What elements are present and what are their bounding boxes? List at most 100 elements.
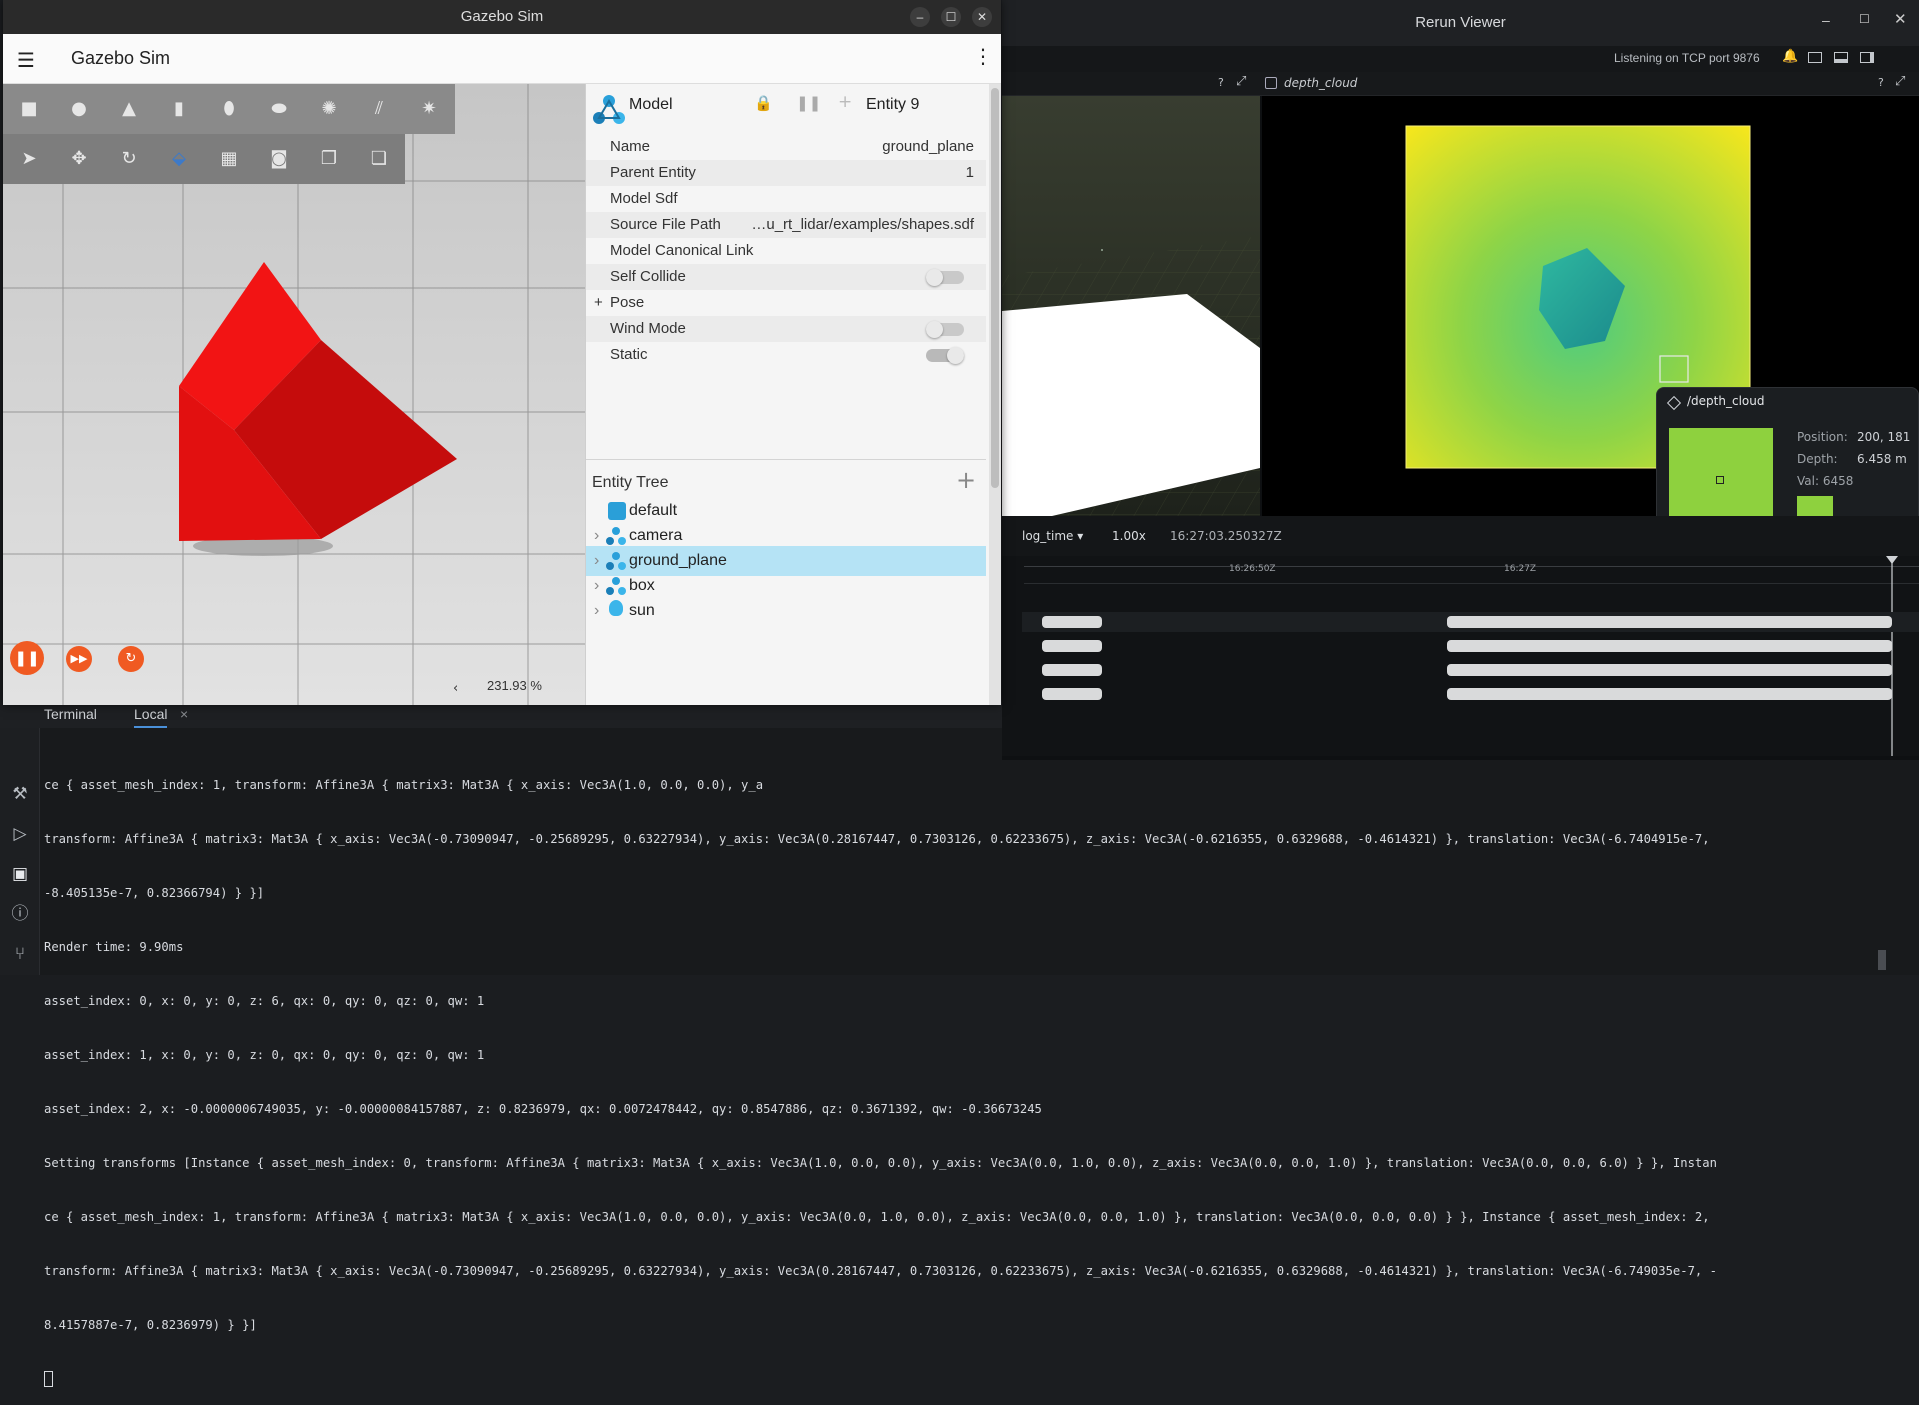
entity-tree-title: Entity Tree <box>592 474 669 491</box>
maximize-icon[interactable]: ☐ <box>941 7 961 27</box>
help-icon[interactable]: ? <box>1218 76 1224 89</box>
app-title: Gazebo Sim <box>71 48 171 68</box>
maximize-view-icon[interactable]: ⤢ <box>1236 74 1246 89</box>
terminal-line: transform: Affine3A { matrix3: Mat3A { x… <box>44 832 1710 846</box>
maximize-view-icon-2[interactable]: ⤢ <box>1895 74 1905 89</box>
row-key: Model Sdf <box>610 190 678 207</box>
problems-icon[interactable]: ⓘ <box>10 904 30 924</box>
left-panel-toggle-icon[interactable] <box>1808 52 1822 63</box>
row-key: Model Canonical Link <box>610 242 754 259</box>
tools-icon[interactable]: ⚒ <box>10 784 30 804</box>
entity-id: Entity 9 <box>866 96 920 113</box>
add-icon[interactable]: + <box>838 92 852 112</box>
close-tab-icon[interactable]: × <box>180 706 188 722</box>
terminal-line: Setting transforms [Instance { asset_mes… <box>44 1156 1717 1170</box>
bottom-panel-toggle-icon[interactable] <box>1834 52 1848 63</box>
model-icon <box>592 92 626 126</box>
row-wind-mode: Wind Mode <box>586 316 986 342</box>
terminal-icon[interactable]: ▣ <box>10 864 30 884</box>
row-model-sdf: Model Sdf <box>586 186 986 212</box>
close-icon[interactable]: ✕ <box>1894 10 1907 28</box>
tab-terminal[interactable]: Terminal <box>44 706 97 722</box>
pause-updates-icon[interactable]: ❚❚ <box>796 94 821 112</box>
terminal-line: -8.405135e-7, 0.82366794) } }] <box>44 886 265 900</box>
ellipsoid-shape-icon[interactable]: ⬬ <box>262 92 296 126</box>
git-icon[interactable]: ⑂ <box>10 944 30 964</box>
right-panel-toggle-icon[interactable] <box>1860 52 1874 63</box>
close-icon[interactable]: ✕ <box>972 7 992 27</box>
terminal-line: asset_index: 2, x: -0.0000006749035, y: … <box>44 1102 1042 1116</box>
rotate-icon[interactable]: ↻ <box>112 142 146 176</box>
row-value: 1 <box>965 164 974 181</box>
chevron-down-icon: ▾ <box>1077 529 1084 543</box>
cylinder-shape-icon[interactable]: ▮ <box>162 92 196 126</box>
static-toggle[interactable] <box>926 347 964 364</box>
copy-icon[interactable]: ❐ <box>312 142 346 176</box>
grid-snap-icon[interactable]: ▦ <box>212 142 246 176</box>
depth-value: 6.458 m <box>1857 452 1907 466</box>
point-light-icon[interactable]: ✺ <box>312 92 346 126</box>
terminal-line: transform: Affine3A { matrix3: Mat3A { x… <box>44 1264 1717 1278</box>
row-key: Pose <box>610 294 645 311</box>
help-icon-2[interactable]: ? <box>1878 76 1884 89</box>
current-time[interactable]: 16:27:03.250327Z <box>1170 529 1282 543</box>
row-key: Static <box>610 346 648 363</box>
add-entity-icon[interactable]: + <box>956 466 976 494</box>
lock-icon[interactable]: 🔒 <box>754 94 773 112</box>
playback-speed[interactable]: 1.00x <box>1112 529 1146 543</box>
gazebo-appbar: ☰ Gazebo Sim ⋮ <box>3 34 1001 84</box>
terminal-output[interactable]: ce { asset_mesh_index: 1, transform: Aff… <box>44 740 1874 1405</box>
terminal-scrollbar[interactable] <box>1878 950 1886 970</box>
component-header: Model <box>629 96 673 113</box>
collapse-arrow-icon[interactable]: ‹ <box>453 681 458 696</box>
translate-icon[interactable]: ✥ <box>62 142 96 176</box>
val-label: Val: 6458 <box>1797 474 1854 488</box>
capsule-shape-icon[interactable]: ⬮ <box>212 92 246 126</box>
sphere-shape-icon[interactable]: ● <box>62 92 96 126</box>
pause-button[interactable]: ❚❚ <box>10 641 44 675</box>
wind-mode-toggle[interactable] <box>926 321 964 338</box>
tree-item-sun[interactable]: › sun <box>586 596 986 626</box>
zoom-level: 231.93 % <box>487 678 542 693</box>
time-controls: log_time ▾ 1.00x 16:27:03.250327Z <box>1002 516 1919 556</box>
run-icon[interactable]: ▷ <box>10 824 30 844</box>
pixel-marker <box>1716 476 1724 484</box>
notification-icon[interactable]: 🔔 <box>1782 49 1798 64</box>
expand-plus-icon[interactable]: + <box>594 290 603 316</box>
select-arrow-icon[interactable]: ➤ <box>12 142 46 176</box>
directional-light-icon[interactable]: ⫽ <box>362 92 396 126</box>
spot-light-icon[interactable]: ✷ <box>412 92 446 126</box>
hamburger-menu-icon[interactable]: ☰ <box>17 48 35 72</box>
3d-view[interactable] <box>1002 96 1260 516</box>
depth-label: Depth: <box>1797 452 1838 466</box>
row-model-canonical-link: Model Canonical Link <box>586 238 986 264</box>
cone-shape-icon[interactable]: ▲ <box>112 92 146 126</box>
minimize-icon[interactable]: – <box>910 7 930 27</box>
box-shape-icon[interactable]: ■ <box>12 92 46 126</box>
timeline-source: log_time <box>1022 529 1074 543</box>
timeline-panel[interactable]: 16:26:50Z 16:27Z <box>1002 556 1919 756</box>
maximize-icon[interactable]: ☐ <box>1859 12 1870 26</box>
minimize-icon[interactable]: – <box>1822 12 1830 28</box>
paste-icon[interactable]: ❏ <box>362 142 396 176</box>
timeline-selector[interactable]: log_time ▾ <box>1022 529 1083 543</box>
screenshot-icon[interactable]: ◙ <box>262 142 296 176</box>
tree-item-label: sun <box>629 602 655 619</box>
self-collide-toggle[interactable] <box>926 269 964 286</box>
panel-scrollbar[interactable] <box>989 84 1001 705</box>
scrollbar-thumb[interactable] <box>991 88 999 488</box>
kebab-menu-icon[interactable]: ⋮ <box>973 44 993 68</box>
scene-3d[interactable]: ■ ● ▲ ▮ ⬮ ⬬ ✺ ⫽ ✷ ➤ ✥ ↻ ⬙ ▦ ◙ ❐ ❏ ❚❚ ▶▶ … <box>3 84 585 705</box>
row-pose[interactable]: + Pose <box>586 290 986 316</box>
row-name: Name ground_plane <box>586 134 986 160</box>
reset-button[interactable]: ↻ <box>118 646 144 672</box>
3d-scene <box>1002 236 1260 516</box>
view-title[interactable]: depth_cloud <box>1284 76 1357 90</box>
transform-icon[interactable]: ⬙ <box>162 142 196 176</box>
tab-local[interactable]: Local <box>134 706 168 728</box>
chevron-right-icon[interactable]: › <box>594 596 599 626</box>
light-bulb-icon <box>609 600 623 616</box>
terminal-line: 8.4157887e-7, 0.8236979) } }] <box>44 1318 257 1332</box>
step-forward-button[interactable]: ▶▶ <box>66 646 92 672</box>
entity-icon <box>1666 395 1682 411</box>
